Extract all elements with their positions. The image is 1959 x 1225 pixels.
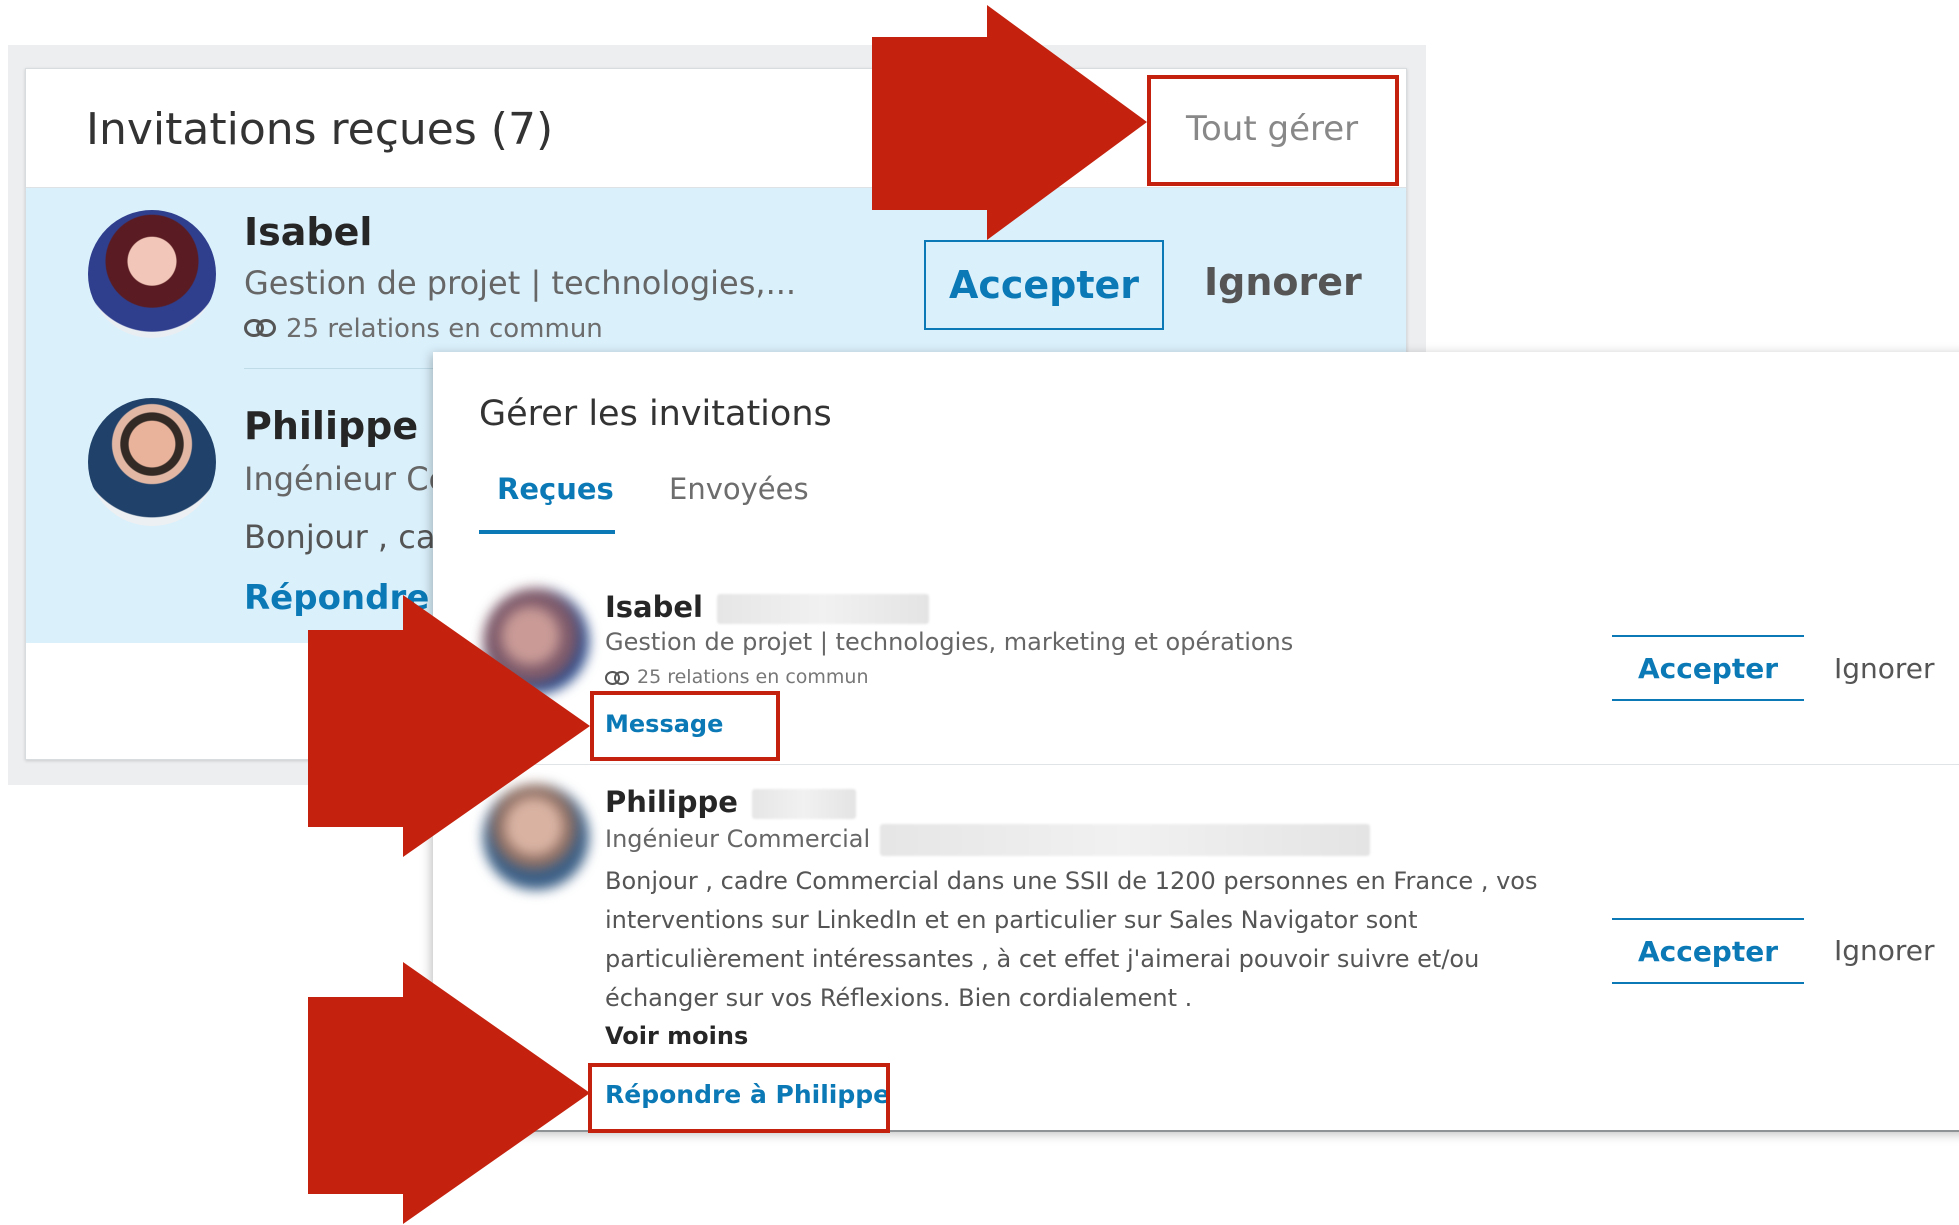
tab-sent[interactable]: Envoyées xyxy=(669,472,809,506)
invitation-headline: Ingénieur Cc xyxy=(244,460,447,498)
highlight-message xyxy=(590,691,780,761)
invitation-name-text: Philippe xyxy=(605,785,738,819)
avatar[interactable] xyxy=(88,398,216,526)
invitation-name[interactable]: Isabel xyxy=(605,590,930,624)
invitation-headline: Ingénieur Commercial xyxy=(605,824,1370,856)
see-less-link[interactable]: Voir moins xyxy=(605,1022,748,1050)
card-title: Invitations reçues (7) xyxy=(86,104,554,155)
ignore-button[interactable]: Ignorer xyxy=(1834,652,1935,685)
mutual-connections-label: 25 relations en commun xyxy=(637,666,869,688)
invitation-name-text: Isabel xyxy=(605,590,703,624)
active-tab-indicator xyxy=(479,530,615,534)
invitation-headline-text: Ingénieur Commercial xyxy=(605,825,871,853)
right-arrow-icon xyxy=(308,962,590,1224)
accept-button[interactable]: Accepter xyxy=(1612,635,1804,701)
dialog-title: Gérer les invitations xyxy=(479,394,832,434)
tab-received[interactable]: Reçues xyxy=(497,472,614,506)
invitation-name[interactable]: Philippe xyxy=(244,404,418,448)
accept-button[interactable]: Accepter xyxy=(1612,918,1804,984)
highlight-manage-all xyxy=(1147,75,1399,186)
row-divider xyxy=(433,764,1959,765)
redacted-surname xyxy=(752,789,857,819)
mutual-connections[interactable]: 25 relations en commun xyxy=(605,666,869,688)
connections-icon xyxy=(605,671,631,685)
invitation-name[interactable]: Philippe xyxy=(605,785,857,819)
invitation-headline: Gestion de projet | technologies, market… xyxy=(605,628,1294,656)
redacted-company xyxy=(879,824,1370,856)
redacted-surname xyxy=(717,594,930,624)
right-arrow-icon xyxy=(872,5,1147,240)
ignore-button[interactable]: Ignorer xyxy=(1834,934,1935,967)
invitation-message: Bonjour , cadre Commercial dans une SSII… xyxy=(605,867,1538,1012)
highlight-reply xyxy=(588,1063,890,1133)
right-arrow-icon xyxy=(308,595,590,857)
message-preview: Bonjour , cac xyxy=(244,518,454,556)
